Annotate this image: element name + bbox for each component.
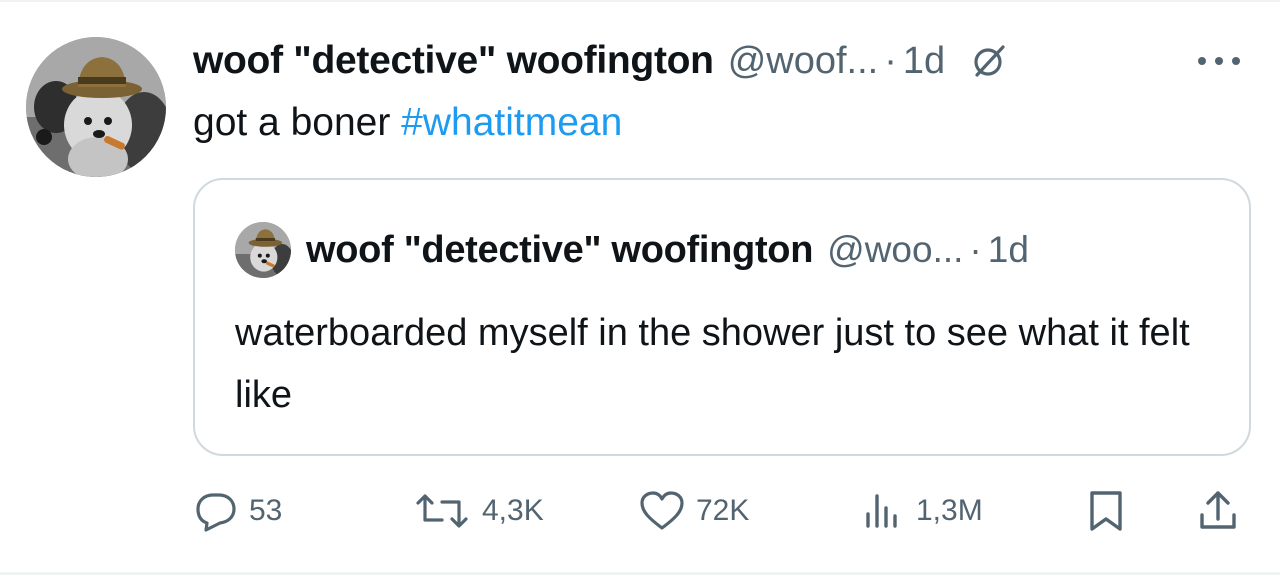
views-icon <box>862 490 906 532</box>
avatar[interactable] <box>26 37 166 177</box>
quote-user-handle[interactable]: @woo... <box>827 229 963 271</box>
grok-icon[interactable] <box>971 43 1007 79</box>
views-button[interactable]: 1,3M <box>862 486 983 536</box>
bookmark-button[interactable] <box>1086 486 1126 536</box>
timestamp[interactable]: 1d <box>903 40 945 83</box>
repost-button[interactable]: 4,3K <box>412 486 544 536</box>
heart-icon <box>638 490 686 532</box>
display-name[interactable]: woof "detective" woofington <box>193 39 714 83</box>
quote-avatar[interactable] <box>235 222 291 278</box>
reply-button[interactable]: 53 <box>193 486 282 536</box>
more-icon[interactable] <box>1194 49 1244 73</box>
separator-dot: · <box>884 39 897 82</box>
reply-icon <box>193 490 239 532</box>
quote-timestamp[interactable]: 1d <box>988 229 1029 271</box>
top-divider <box>0 0 1280 2</box>
share-icon <box>1196 489 1240 533</box>
quote-display-name[interactable]: woof "detective" woofington <box>306 229 813 272</box>
repost-icon <box>412 490 472 532</box>
share-button[interactable] <box>1196 486 1240 536</box>
tweet-text: got a boner #whatitmean <box>193 98 622 148</box>
action-bar: 53 4,3K 72K 1,3M <box>0 486 1280 536</box>
hashtag-link[interactable]: #whatitmean <box>401 101 622 144</box>
views-count: 1,3M <box>916 494 983 527</box>
reply-count: 53 <box>249 494 283 527</box>
repost-count: 4,3K <box>482 494 544 527</box>
avatar-image <box>26 37 166 177</box>
tweet-header: woof "detective" woofington @woof... · 1… <box>193 36 1007 86</box>
like-count: 72K <box>696 494 750 527</box>
bookmark-icon <box>1086 489 1126 533</box>
user-handle[interactable]: @woof... <box>728 40 879 83</box>
quoted-tweet-card[interactable]: woof "detective" woofington @woo... · 1d… <box>193 178 1251 456</box>
quote-separator-dot: · <box>969 229 982 270</box>
like-button[interactable]: 72K <box>638 486 749 536</box>
quote-header: woof "detective" woofington @woo... · 1d <box>306 224 1029 276</box>
quote-text: waterboarded myself in the shower just t… <box>235 312 1190 416</box>
quote-avatar-image <box>235 222 291 278</box>
tweet-body: got a boner <box>193 101 391 144</box>
